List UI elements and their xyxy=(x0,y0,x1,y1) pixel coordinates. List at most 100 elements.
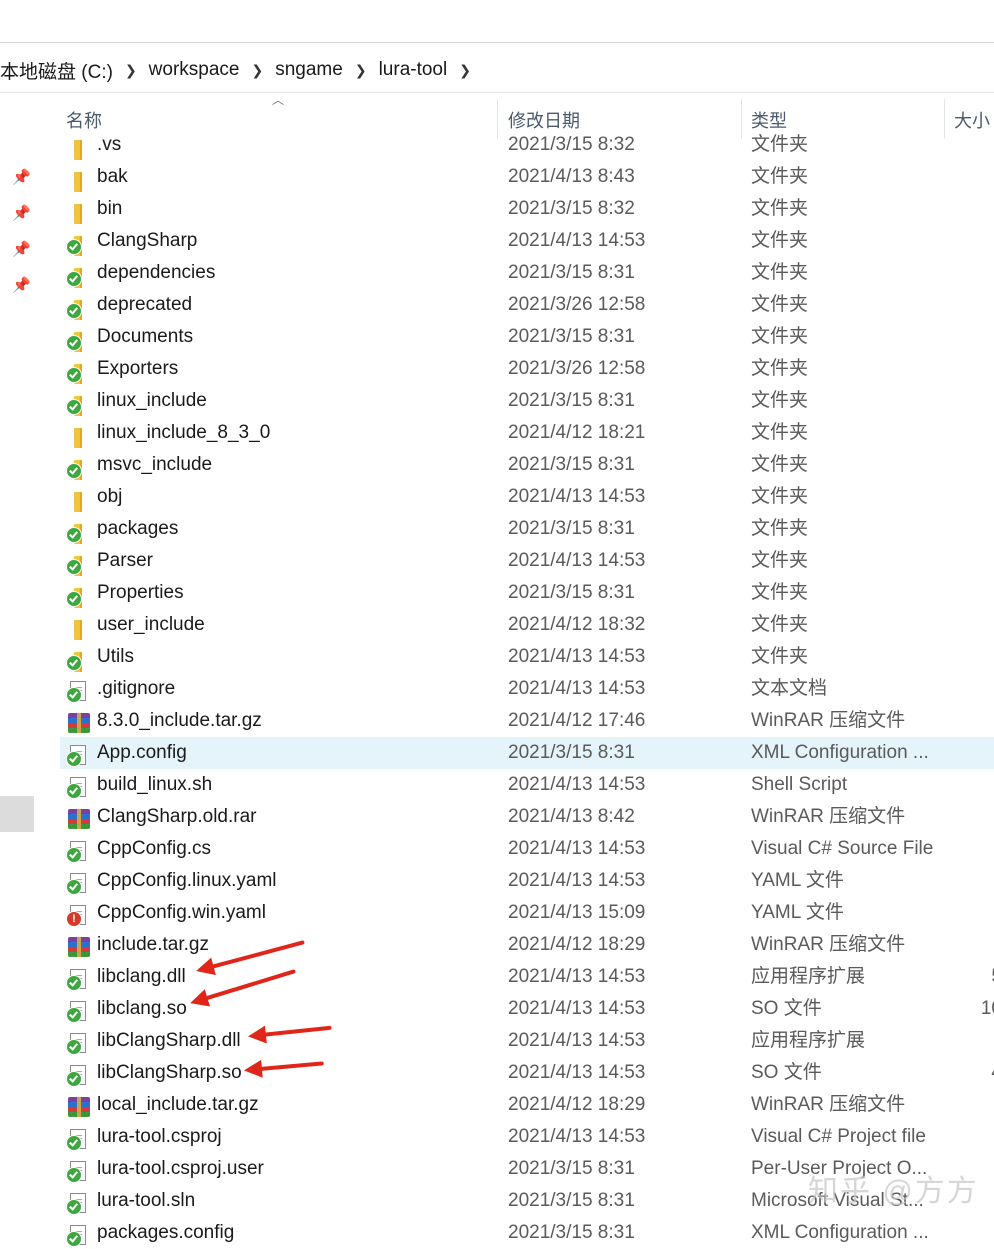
folder-icon xyxy=(66,167,86,192)
file-name: Properties xyxy=(97,582,184,603)
file-row[interactable]: 8.3.0_include.tar.gz 2021/4/12 17:46 WinRA… xyxy=(60,705,994,737)
file-name: libClangSharp.dll xyxy=(97,1030,241,1051)
sync-ok-badge-icon xyxy=(66,559,82,575)
file-type: 文件夹 xyxy=(751,134,809,155)
file-row[interactable]: bak 2021/4/13 8:43 文件夹 xyxy=(60,161,994,193)
file-name: dependencies xyxy=(97,262,216,283)
file-type: 应用程序扩展 xyxy=(751,1030,866,1051)
chevron-right-icon[interactable]: ❯ xyxy=(351,62,371,79)
file-row[interactable]: lura-tool.csproj 2021/4/13 14:53 Visual C#… xyxy=(60,1121,994,1153)
file-row[interactable]: bin 2021/3/15 8:32 文件夹 xyxy=(60,193,994,225)
file-name: Documents xyxy=(97,326,194,347)
folder-icon xyxy=(66,455,86,480)
chevron-right-icon[interactable]: ❯ xyxy=(455,62,475,79)
file-row[interactable]: Documents 2021/3/15 8:31 文件夹 xyxy=(60,321,994,353)
file-size: 10 xyxy=(980,998,994,1019)
file-row[interactable]: App.config 2021/3/15 8:31 XML Configuratio… xyxy=(60,737,994,769)
winrar-icon xyxy=(66,711,90,733)
sync-ok-badge-icon xyxy=(66,687,82,703)
file-row[interactable]: msvc_include 2021/3/15 8:31 文件夹 xyxy=(60,449,994,481)
folder-icon xyxy=(66,263,86,288)
file-row[interactable]: linux_include 2021/3/15 8:31 文件夹 xyxy=(60,385,994,417)
sync-ok-badge-icon xyxy=(66,1071,82,1087)
file-type: 文件夹 xyxy=(751,550,809,571)
breadcrumb[interactable]: 本地磁盘 (C:) ❯ workspace ❯ sngame ❯ lura-to… xyxy=(0,48,994,92)
sync-ok-badge-icon xyxy=(66,783,82,799)
pin-icon[interactable]: 📌 xyxy=(12,205,31,223)
file-row[interactable]: Utils 2021/4/13 14:53 文件夹 xyxy=(60,641,994,673)
file-row[interactable]: Exporters 2021/3/26 12:58 文件夹 xyxy=(60,353,994,385)
file-row[interactable]: linux_include_8_3_0 2021/4/12 18:21 文件夹 xyxy=(60,417,994,449)
file-name: deprecated xyxy=(97,294,193,315)
winrar-icon xyxy=(66,1095,90,1117)
file-row[interactable]: deprecated 2021/3/26 12:58 文件夹 xyxy=(60,289,994,321)
file-row[interactable]: obj 2021/4/13 14:53 文件夹 xyxy=(60,481,994,513)
file-date: 2021/3/15 8:31 xyxy=(508,326,635,347)
sync-ok-badge-icon xyxy=(66,1231,82,1247)
file-row[interactable]: Parser 2021/4/13 14:53 文件夹 xyxy=(60,545,994,577)
file-row[interactable]: packages 2021/3/15 8:31 文件夹 xyxy=(60,513,994,545)
file-type: 文件夹 xyxy=(751,486,809,507)
file-date: 2021/4/13 14:53 xyxy=(508,1030,646,1051)
so-file-icon xyxy=(66,1063,86,1087)
file-name: 8.3.0_include.tar.gz xyxy=(97,710,262,731)
file-name: packages xyxy=(97,518,179,539)
file-row[interactable]: user_include 2021/4/12 18:32 文件夹 xyxy=(60,609,994,641)
file-row[interactable]: libClangSharp.so 2021/4/13 14:53 SO 文件 4 xyxy=(60,1057,994,1089)
pin-icon[interactable]: 📌 xyxy=(12,241,31,259)
breadcrumb-item-lura-tool[interactable]: lura-tool xyxy=(371,59,456,81)
file-row[interactable]: build_linux.sh 2021/4/13 14:53 Shell Scrip… xyxy=(60,769,994,801)
title-bar-area xyxy=(0,0,994,42)
file-type: Visual C# Source File xyxy=(751,838,934,859)
file-date: 2021/3/15 8:31 xyxy=(508,454,635,475)
file-row[interactable]: local_include.tar.gz 2021/4/12 18:29 WinRA… xyxy=(60,1089,994,1121)
file-row[interactable]: Properties 2021/3/15 8:31 文件夹 xyxy=(60,577,994,609)
folder-icon xyxy=(66,551,86,576)
file-row[interactable]: .vs 2021/3/15 8:32 文件夹 xyxy=(60,129,994,161)
file-date: 2021/3/26 12:58 xyxy=(508,294,646,315)
file-row[interactable]: libClangSharp.dll 2021/4/13 14:53 应用程序扩展 xyxy=(60,1025,994,1057)
file-row[interactable]: include.tar.gz 2021/4/12 18:29 WinRAR 压缩文件 xyxy=(60,929,994,961)
file-name: linux_include_8_3_0 xyxy=(97,422,271,443)
file-row[interactable]: ClangSharp 2021/4/13 14:53 文件夹 xyxy=(60,225,994,257)
sync-ok-badge-icon xyxy=(66,1007,82,1023)
file-row[interactable]: CppConfig.cs 2021/4/13 14:53 Visual C# Sou… xyxy=(60,833,994,865)
file-row[interactable]: dependencies 2021/3/15 8:31 文件夹 xyxy=(60,257,994,289)
file-name: user_include xyxy=(97,614,205,635)
folder-icon xyxy=(66,423,86,448)
sync-ok-badge-icon xyxy=(66,239,82,255)
file-name: lura-tool.sln xyxy=(97,1190,196,1211)
file-type: WinRAR 压缩文件 xyxy=(751,710,906,731)
breadcrumb-item-sngame[interactable]: sngame xyxy=(267,59,351,81)
file-row[interactable]: packages.config 2021/3/15 8:31 XML Configu… xyxy=(60,1217,994,1249)
nav-item-selected[interactable] xyxy=(0,796,34,832)
chevron-right-icon[interactable]: ❯ xyxy=(248,62,268,79)
breadcrumb-item-drive[interactable]: 本地磁盘 (C:) xyxy=(0,57,121,84)
pin-icon[interactable]: 📌 xyxy=(12,277,31,295)
sync-ok-badge-icon xyxy=(66,303,82,319)
folder-icon xyxy=(66,199,86,224)
file-type: 文件夹 xyxy=(751,518,809,539)
file-type: XML Configuration ... xyxy=(751,742,929,763)
sync-ok-badge-icon xyxy=(66,335,82,351)
file-name: msvc_include xyxy=(97,454,213,475)
file-date: 2021/4/13 14:53 xyxy=(508,870,646,891)
file-name: App.config xyxy=(97,742,187,763)
breadcrumb-item-workspace[interactable]: workspace xyxy=(141,59,248,81)
pin-icon[interactable]: 📌 xyxy=(12,169,31,187)
file-name: build_linux.sh xyxy=(97,774,213,795)
sync-ok-badge-icon xyxy=(66,591,82,607)
sync-ok-badge-icon xyxy=(66,271,82,287)
sync-ok-badge-icon xyxy=(66,527,82,543)
file-type: Shell Script xyxy=(751,774,848,795)
folder-icon xyxy=(66,519,86,544)
file-type: WinRAR 压缩文件 xyxy=(751,1094,906,1115)
file-row[interactable]: .gitignore 2021/4/13 14:53 文本文档 xyxy=(60,673,994,705)
file-row[interactable]: ClangSharp.old.rar 2021/4/13 8:42 WinRAR 压… xyxy=(60,801,994,833)
file-row[interactable]: ! CppConfig.win.yaml 2021/4/13 15:09 YAML 文… xyxy=(60,897,994,929)
chevron-right-icon[interactable]: ❯ xyxy=(121,62,141,79)
file-row[interactable]: CppConfig.linux.yaml 2021/4/13 14:53 YAML … xyxy=(60,865,994,897)
folder-icon xyxy=(66,583,86,608)
sort-ascending-icon: ︿ xyxy=(272,93,285,107)
folder-icon xyxy=(66,135,86,160)
